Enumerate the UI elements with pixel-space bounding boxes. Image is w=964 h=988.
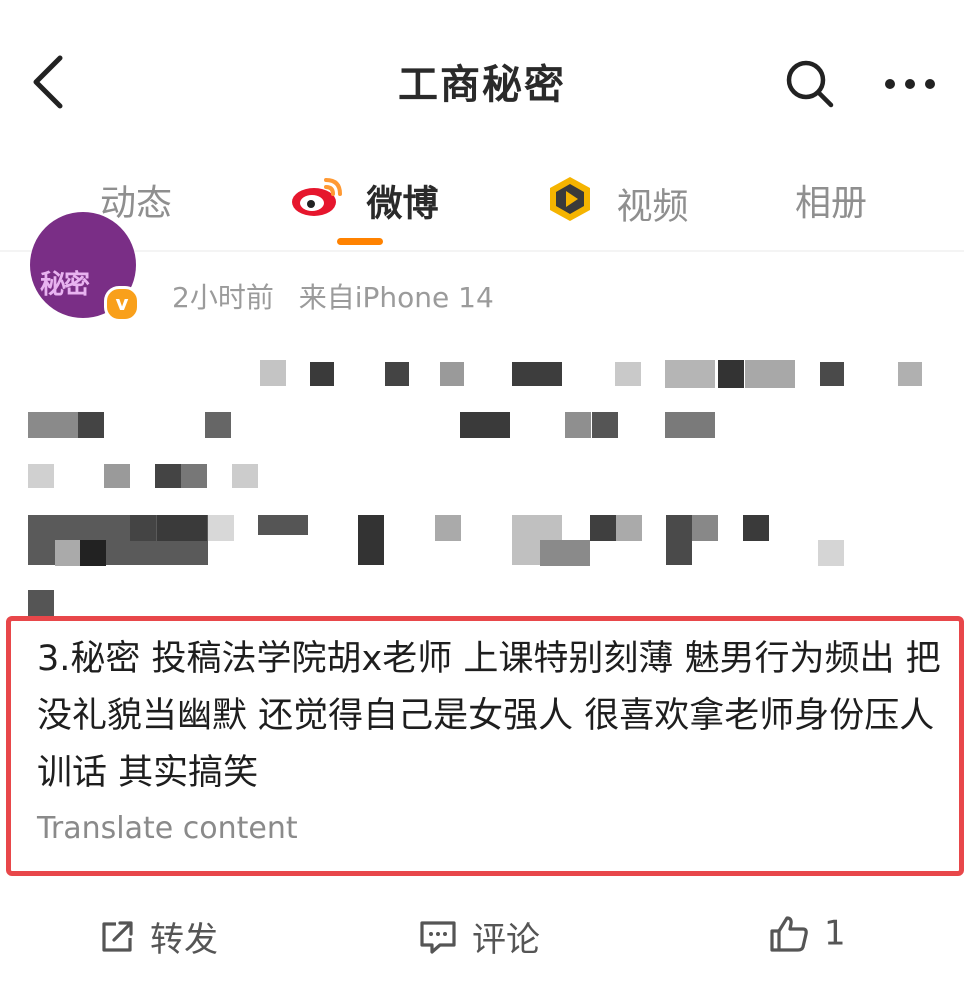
- comment-label: 评论: [472, 920, 540, 960]
- post-source: 来自iPhone 14: [298, 281, 494, 314]
- thumbs-up-icon: [770, 915, 808, 952]
- comment-icon: [420, 920, 456, 954]
- like-button[interactable]: 1: [768, 912, 846, 962]
- top-bar: 工商秘密: [0, 0, 964, 150]
- tab-video[interactable]: 视频: [545, 174, 688, 228]
- post-action-bar: 转发 评论 1: [0, 890, 964, 988]
- repost-label: 转发: [150, 920, 218, 960]
- video-badge-icon: [545, 174, 595, 233]
- tab-label: 动态: [100, 183, 173, 224]
- tab-label: 微博: [366, 183, 439, 225]
- repost-icon: [102, 920, 133, 952]
- active-tab-indicator: [337, 238, 383, 245]
- tab-dynamics[interactable]: 动态: [100, 174, 172, 224]
- tab-label: 相册: [795, 183, 868, 224]
- post-text: 3.秘密 投稿法学院胡x老师 上课特别刻薄 魅男行为频出 把没礼貌当幽默 还觉得…: [37, 639, 941, 793]
- tab-album[interactable]: 相册: [795, 174, 867, 224]
- avatar-text: 秘密: [40, 270, 90, 300]
- translate-content-link[interactable]: Translate content: [37, 811, 298, 846]
- tab-weibo[interactable]: 微博: [290, 174, 439, 227]
- tab-label: 视频: [616, 186, 689, 228]
- post-meta: 2小时前 来自iPhone 14: [172, 276, 510, 316]
- comment-button[interactable]: 评论: [418, 912, 540, 962]
- post-content-highlight: 3.秘密 投稿法学院胡x老师 上课特别刻薄 魅男行为频出 把没礼貌当幽默 还觉得…: [6, 616, 964, 876]
- search-icon[interactable]: [784, 58, 836, 110]
- tabs-divider: [0, 250, 964, 252]
- repost-button[interactable]: 转发: [98, 912, 218, 962]
- verified-badge-icon: v: [104, 286, 140, 322]
- post-time: 2小时前: [172, 281, 274, 314]
- redacted-text-mosaic: [0, 340, 964, 620]
- weibo-logo-icon: [290, 174, 344, 227]
- profile-tabs: 动态 微博 视频 相册: [0, 150, 964, 250]
- more-options-icon[interactable]: [882, 66, 938, 102]
- like-count: 1: [824, 913, 846, 954]
